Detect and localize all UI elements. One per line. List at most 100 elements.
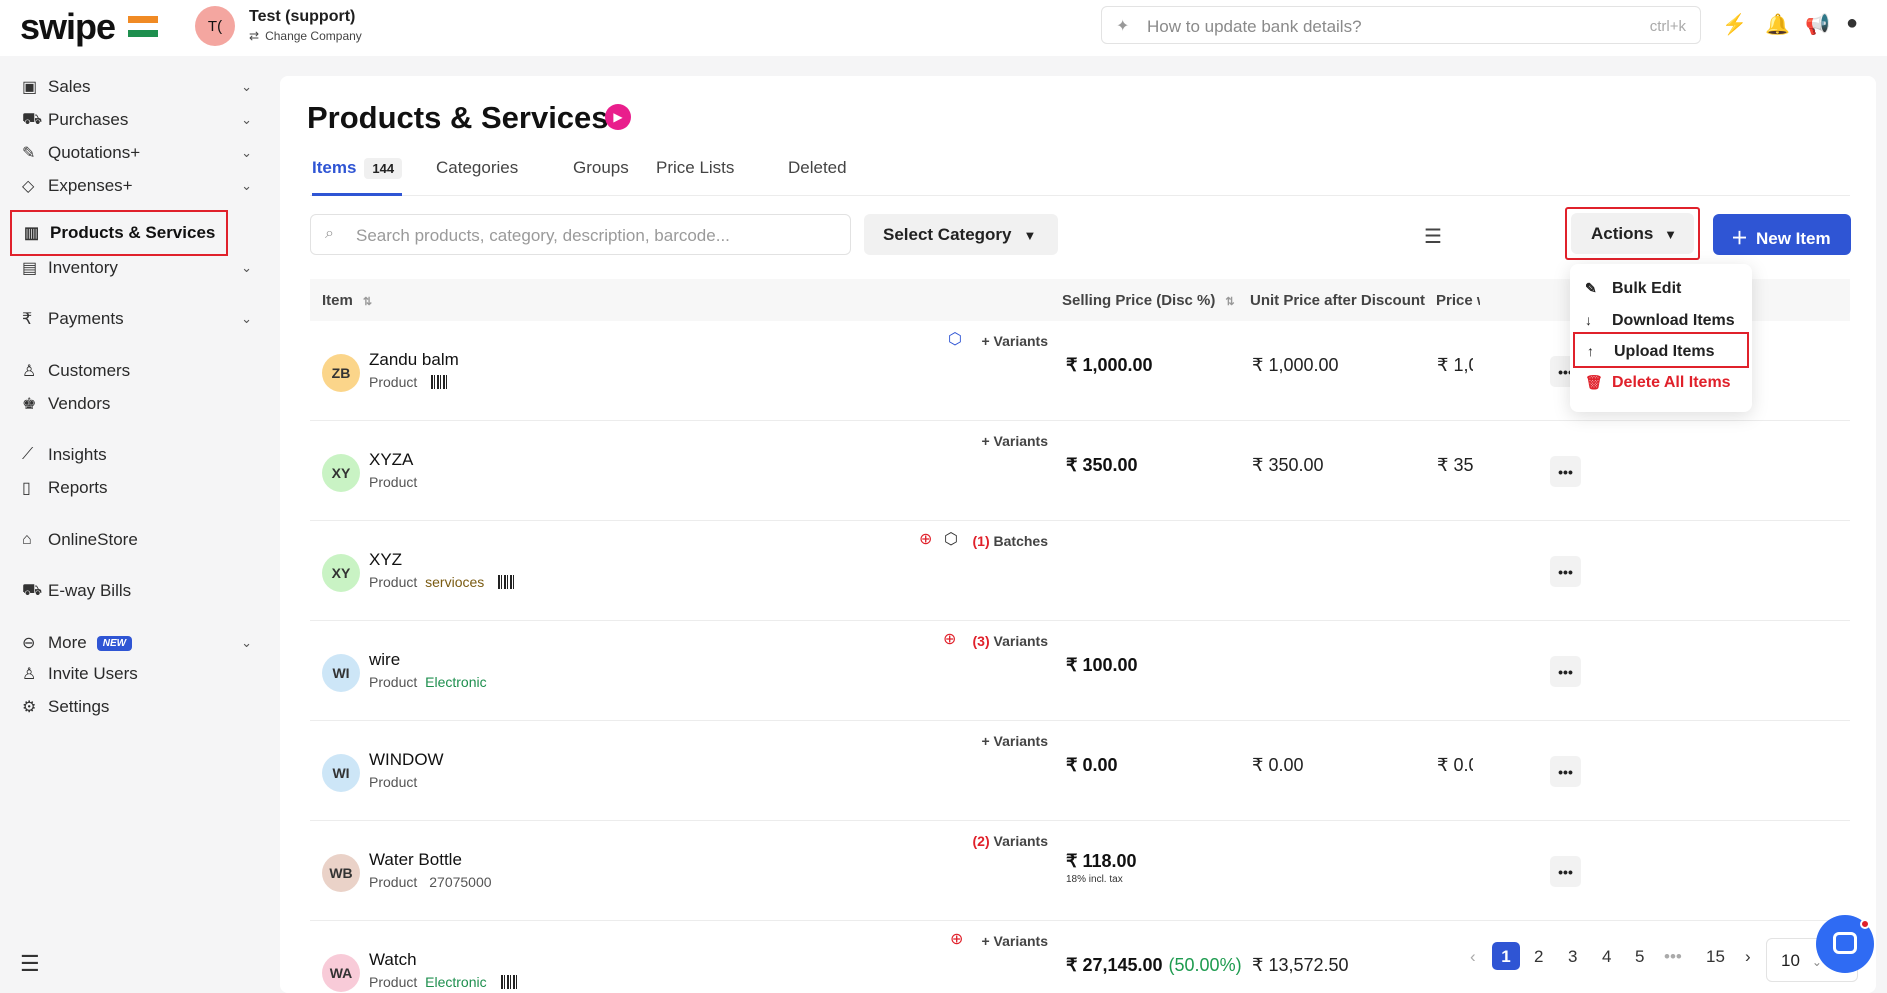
account-icon[interactable]: ● <box>1846 12 1858 35</box>
cash-icon: ▣ <box>22 79 38 96</box>
table-row[interactable]: XY XYZA Product + Variants ₹ 350.00 ₹ 35… <box>310 421 1850 521</box>
company-avatar[interactable]: T( <box>195 6 235 46</box>
row-more-button[interactable]: ••• <box>1550 856 1581 887</box>
table-row[interactable]: XY XYZ Product servioces ⊕ ⬡ (1) Batches… <box>310 521 1850 621</box>
item-name[interactable]: Water Bottle <box>369 850 462 870</box>
global-search-input[interactable]: ✦ How to update bank details? ctrl+k <box>1101 6 1701 44</box>
item-name[interactable]: WINDOW <box>369 750 444 770</box>
next-page-icon[interactable]: › <box>1745 947 1751 967</box>
prev-page-icon[interactable]: ‹ <box>1470 947 1476 967</box>
sidebar-item-insights[interactable]: ⟋ Insights <box>22 442 252 468</box>
sidebar-item-vendors[interactable]: ♚ Vendors <box>22 391 252 417</box>
table-row[interactable]: WB Water Bottle Product 27075000 (2) Vari… <box>310 821 1850 921</box>
page-3[interactable]: 3 <box>1568 947 1577 967</box>
pen-icon: ✎ <box>22 145 36 162</box>
variants-link[interactable]: + Variants <box>981 933 1048 949</box>
item-avatar: WI <box>322 754 360 792</box>
page-title: Products & Services <box>307 100 609 135</box>
play-icon[interactable]: ▶ <box>605 104 631 130</box>
item-type: Product Electronic <box>369 674 487 690</box>
variants-label: Variants <box>993 733 1048 749</box>
chevron-down-icon: ⌄ <box>241 635 252 650</box>
product-search-input[interactable]: ⌕ Search products, category, description… <box>310 214 851 255</box>
page-size-value: 10 <box>1781 951 1800 970</box>
page-5[interactable]: 5 <box>1635 947 1644 967</box>
row-more-button[interactable]: ••• <box>1550 656 1581 687</box>
sidebar-item-payments[interactable]: ₹ Payments ⌄ <box>22 306 252 332</box>
menu-item-delete-all-items[interactable]: 🗑 Delete All Items <box>1570 365 1752 401</box>
menu-item-bulk-edit[interactable]: ✎ Bulk Edit <box>1570 271 1752 307</box>
warehouse-icon: ▤ <box>22 260 38 277</box>
tab-deleted[interactable]: Deleted <box>788 158 847 196</box>
variants-link[interactable]: + Variants <box>981 333 1048 349</box>
tab-groups[interactable]: Groups <box>573 158 629 196</box>
new-item-button[interactable]: ＋ New Item <box>1713 214 1851 255</box>
user-icon: ♙ <box>22 363 37 380</box>
sidebar-item-sales[interactable]: ▣ Sales ⌄ <box>22 74 252 100</box>
batches-link[interactable]: (1) Batches <box>973 533 1048 549</box>
item-name[interactable]: Watch <box>369 950 417 970</box>
item-name[interactable]: Zandu balm <box>369 350 459 370</box>
sidebar-item-onlinestore[interactable]: ⌂ OnlineStore <box>22 527 252 553</box>
sidebar-item-reports[interactable]: ▯ Reports <box>22 475 252 501</box>
tab-price-lists[interactable]: Price Lists <box>656 158 734 196</box>
filter-settings-icon[interactable]: ☰ <box>1424 224 1442 249</box>
col-selling-price[interactable]: Selling Price (Disc %) ⇅ <box>1062 292 1235 309</box>
sidebar-item-invite-users[interactable]: ♙ Invite Users <box>22 661 252 687</box>
actions-button[interactable]: Actions ▼ <box>1565 207 1700 260</box>
menu-item-upload-items[interactable]: ↑ Upload Items <box>1573 332 1749 368</box>
main-panel: Products & Services ▶ Items 144 Categorie… <box>280 76 1876 993</box>
variants-count: (2) <box>972 833 990 849</box>
table-row[interactable]: WA Watch Product Electronic ⊕ + Variants… <box>310 921 1850 993</box>
row-more-button[interactable]: ••• <box>1550 556 1581 587</box>
row-more-button[interactable]: ••• <box>1550 756 1581 787</box>
megaphone-icon[interactable]: 📢 <box>1805 12 1830 37</box>
page-15[interactable]: 15 <box>1706 947 1725 967</box>
tab-categories[interactable]: Categories <box>436 158 518 196</box>
variants-link[interactable]: + Variants <box>981 433 1048 449</box>
table-row[interactable]: WI WINDOW Product + Variants ₹ 0.00 ₹ 0.… <box>310 721 1850 821</box>
sidebar-item-expenses[interactable]: ◇ Expenses+ ⌄ <box>22 173 252 199</box>
row-more-button[interactable]: ••• <box>1550 456 1581 487</box>
page-2[interactable]: 2 <box>1534 947 1543 967</box>
sidebar-item-purchases[interactable]: ⛟ Purchases ⌄ <box>22 107 252 133</box>
sidebar-item-products-services[interactable]: ▥ Products & Services <box>10 210 228 256</box>
page-4[interactable]: 4 <box>1602 947 1611 967</box>
swipe-logo[interactable]: swipe <box>20 6 116 48</box>
arrow-down-icon: ↓ <box>1585 312 1592 328</box>
item-name[interactable]: XYZ <box>369 550 402 570</box>
company-name[interactable]: Test (support) <box>249 8 355 26</box>
tab-items[interactable]: Items 144 <box>312 158 403 196</box>
variants-link[interactable]: (2) Variants <box>973 833 1049 849</box>
select-category-dropdown[interactable]: Select Category ▼ <box>864 214 1058 255</box>
change-company-link[interactable]: ⇄ Change Company <box>249 29 362 43</box>
item-name[interactable]: wire <box>369 650 400 670</box>
page-ellipsis[interactable]: ••• <box>1664 947 1682 967</box>
chat-support-button[interactable] <box>1816 915 1874 973</box>
globe-icon: ⊕ <box>919 531 933 548</box>
top-bar: swipe T( Test (support) ⇄ Change Company … <box>0 0 1887 56</box>
more-circle-icon: ⊖ <box>22 635 36 652</box>
sidebar-item-customers[interactable]: ♙ Customers <box>22 358 252 384</box>
lightning-icon[interactable]: ⚡ <box>1722 12 1747 37</box>
page-1[interactable]: 1 <box>1492 942 1520 970</box>
sidebar-item-quotations[interactable]: ✎ Quotations+ ⌄ <box>22 140 252 166</box>
chevron-down-icon: ⌄ <box>241 79 252 94</box>
sidebar-item-inventory[interactable]: ▤ Inventory ⌄ <box>22 255 252 281</box>
sidebar-item-more[interactable]: ⊖ More NEW ⌄ <box>22 630 252 656</box>
table-row[interactable]: WI wire Product Electronic ⊕ (3) Variant… <box>310 621 1850 721</box>
variants-link[interactable]: + Variants <box>981 733 1048 749</box>
sidebar-item-label: Insights <box>48 445 107 464</box>
barcode-icon <box>431 375 450 389</box>
menu-item-label: Delete All Items <box>1612 374 1731 391</box>
menu-icon[interactable]: ☰ <box>20 951 40 977</box>
sidebar-item-settings[interactable]: ⚙ Settings <box>22 694 252 720</box>
sidebar-item-eway-bills[interactable]: ⛟ E-way Bills <box>22 578 252 604</box>
bell-icon[interactable]: 🔔 <box>1765 12 1790 37</box>
chevron-down-icon: ⌄ <box>241 311 252 326</box>
col-item[interactable]: Item ⇅ <box>322 292 372 309</box>
item-name[interactable]: XYZA <box>369 450 413 470</box>
variants-link[interactable]: (3) Variants <box>973 633 1049 649</box>
unit-price: ₹ 1,000.00 <box>1252 355 1339 375</box>
unit-price: ₹ 350.00 <box>1252 455 1324 475</box>
